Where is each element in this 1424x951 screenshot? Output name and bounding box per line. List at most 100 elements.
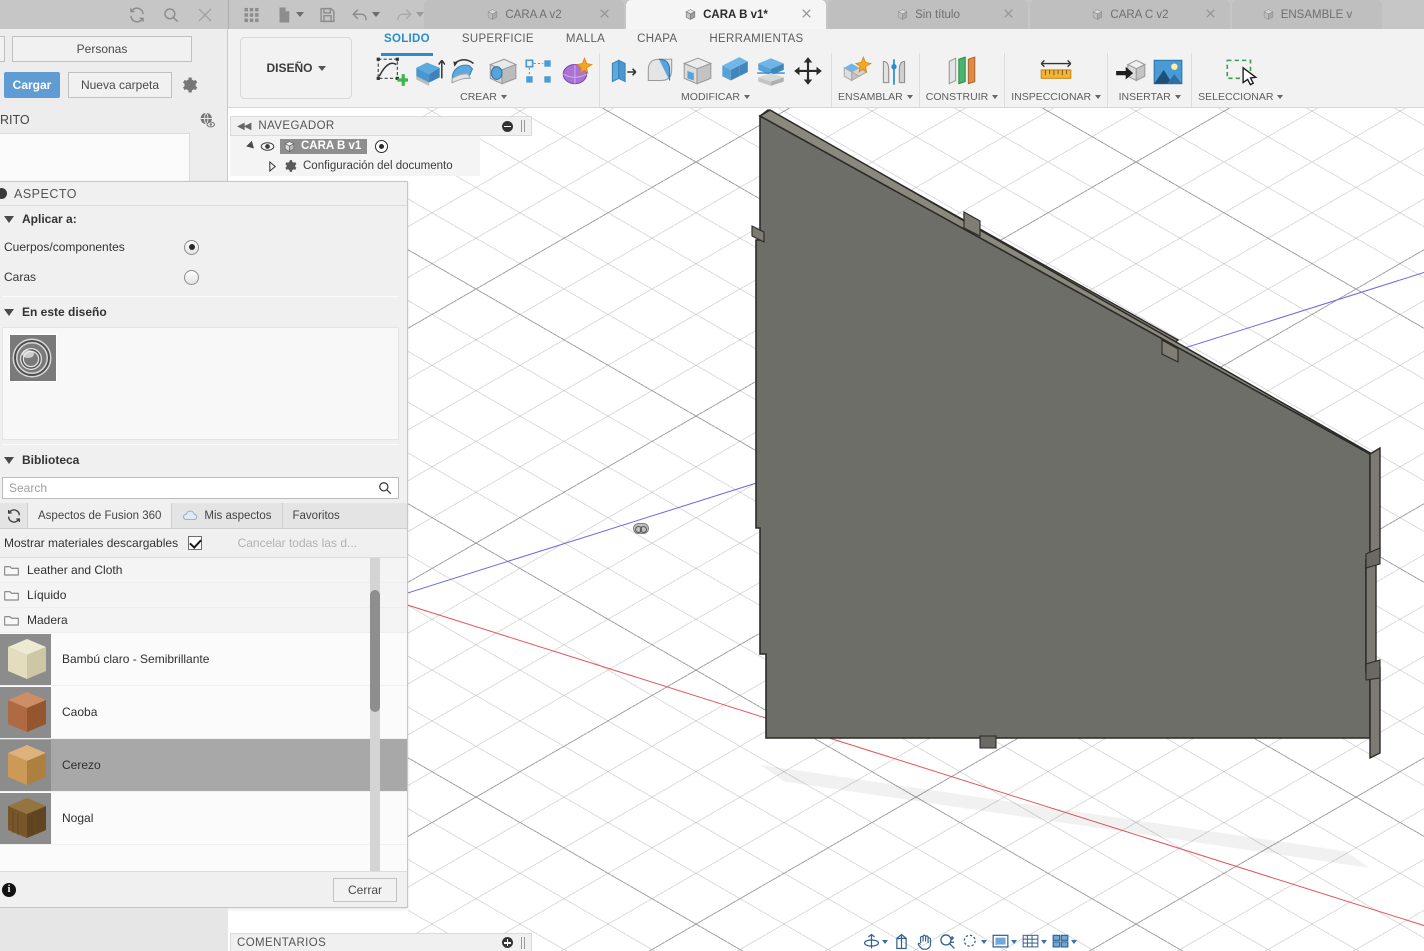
tab-chapa[interactable]: CHAPA — [621, 33, 693, 51]
hole-icon[interactable] — [485, 55, 519, 89]
eye-icon[interactable] — [260, 141, 275, 152]
search-icon[interactable] — [378, 481, 392, 495]
close-icon[interactable] — [196, 6, 214, 24]
comments-resize-grip[interactable] — [521, 936, 525, 949]
breadcrumb-text[interactable]: RITO — [0, 113, 30, 127]
new-folder-button[interactable]: Nueva carpeta — [68, 72, 172, 98]
seleccionar-label-row[interactable]: SELECCIONAR — [1198, 91, 1284, 103]
show-downloadable-checkbox[interactable] — [188, 536, 203, 550]
material-list-scrollbar-thumb[interactable] — [370, 590, 380, 712]
biblioteca-section-header[interactable]: Biblioteca — [2, 447, 399, 473]
tab-close-icon[interactable] — [598, 7, 611, 20]
revolve-icon[interactable] — [448, 55, 482, 89]
new-file-caret-icon[interactable] — [296, 12, 304, 17]
fillet-icon[interactable] — [643, 55, 677, 89]
chevron-down-icon[interactable] — [1011, 939, 1017, 944]
undo-icon[interactable] — [351, 6, 369, 24]
shell-icon[interactable] — [680, 55, 714, 89]
inspeccionar-label-row[interactable]: INSPECCIONAR — [1011, 91, 1102, 103]
tab-solido[interactable]: SOLIDO — [368, 33, 446, 56]
fit-icon[interactable] — [961, 933, 987, 950]
tab-herramientas[interactable]: HERRAMIENTAS — [693, 33, 819, 51]
document-tab-cara-b[interactable]: CARA B v1* — [626, 0, 826, 29]
tab-close-icon[interactable] — [800, 7, 813, 20]
aplicar-a-section-header[interactable]: Aplicar a: — [2, 206, 399, 232]
model-cara-b[interactable] — [408, 108, 1424, 951]
split-face-icon[interactable] — [754, 55, 788, 89]
navigator-root-item[interactable]: CARA B v1 — [280, 138, 368, 154]
gear-icon[interactable] — [180, 76, 198, 94]
document-tab-cara-a[interactable]: CARA A v2 — [424, 0, 624, 29]
tab-close-icon[interactable] — [1002, 7, 1015, 20]
in-design-swatch-area[interactable] — [2, 327, 399, 440]
workspace-selector[interactable]: DISEÑO — [240, 37, 352, 99]
construir-label-row[interactable]: CONSTRUIR — [926, 91, 999, 103]
document-tab-sin-titulo[interactable]: Sin título — [828, 0, 1028, 29]
navigator-resize-grip[interactable] — [521, 120, 525, 132]
refresh-icon[interactable] — [128, 6, 146, 24]
insertar-label-row[interactable]: INSERTAR — [1119, 91, 1181, 103]
modificar-label-row[interactable]: MODIFICAR — [681, 91, 750, 103]
cancel-downloads-link[interactable]: Cancelar todas las d... — [238, 536, 357, 550]
info-icon[interactable]: i — [2, 882, 16, 897]
library-tab-mis-aspectos[interactable]: Mis aspectos — [171, 503, 281, 528]
insert-canvas-icon[interactable] — [1151, 55, 1185, 89]
redo-icon[interactable] — [395, 6, 413, 24]
list-item[interactable]: Leather and Cloth — [0, 558, 407, 583]
search-input[interactable] — [9, 481, 378, 495]
dialog-pin-icon[interactable] — [0, 188, 7, 199]
tab-superficie[interactable]: SUPERFICIE — [446, 33, 550, 51]
viewports-icon[interactable] — [1051, 933, 1077, 950]
apply-to-faces-row[interactable]: Caras — [2, 262, 399, 292]
collapse-left-icon[interactable]: ◀◀ — [237, 121, 251, 132]
chevron-down-icon[interactable] — [882, 939, 888, 944]
joint-icon[interactable] — [877, 55, 911, 89]
library-search-box[interactable] — [2, 477, 399, 499]
expand-arrow-icon[interactable] — [268, 160, 277, 172]
chevron-down-icon[interactable] — [981, 939, 987, 944]
move-copy-icon[interactable] — [791, 55, 825, 89]
list-item[interactable]: Cerezo — [0, 739, 407, 792]
save-icon[interactable] — [319, 6, 336, 24]
window-selection-icon[interactable] — [1222, 55, 1260, 89]
create-sketch-icon[interactable] — [374, 55, 408, 89]
form-icon[interactable] — [559, 55, 593, 89]
library-tab-favoritos[interactable]: Favoritos — [281, 503, 350, 528]
insert-derive-icon[interactable] — [1114, 55, 1148, 89]
plus-icon[interactable] — [502, 937, 513, 948]
en-este-diseno-section-header[interactable]: En este diseño — [2, 299, 399, 325]
tab-close-icon[interactable] — [1204, 7, 1217, 20]
datos-tab-stub[interactable] — [0, 36, 5, 62]
display-settings-icon[interactable] — [991, 933, 1017, 950]
chevron-down-icon[interactable] — [1041, 939, 1047, 944]
material-list[interactable]: Leather and Cloth Líquido Madera Bambú c… — [0, 557, 407, 871]
chevron-down-icon[interactable] — [1071, 939, 1077, 944]
grid-snaps-icon[interactable] — [1021, 933, 1047, 950]
navigator-child-row[interactable]: Configuración del documento — [230, 156, 480, 176]
chrome-material-swatch[interactable] — [9, 334, 57, 382]
expand-triangle-icon[interactable] — [246, 140, 257, 152]
library-tab-fusion360[interactable]: Aspectos de Fusion 360 — [27, 503, 172, 528]
list-item[interactable]: Madera — [0, 608, 407, 633]
document-tab-cara-c[interactable]: CARA C v2 — [1030, 0, 1230, 29]
comments-panel-header[interactable]: COMENTARIOS — [230, 933, 532, 951]
navigator-collapse-icon[interactable] — [502, 120, 513, 132]
library-refresh-button[interactable] — [0, 503, 27, 528]
apply-to-faces-radio[interactable] — [184, 269, 199, 285]
apply-to-bodies-row[interactable]: Cuerpos/componentes — [2, 232, 399, 262]
combine-icon[interactable] — [717, 55, 751, 89]
globe-eye-icon[interactable] — [198, 111, 216, 129]
list-item[interactable]: Líquido — [0, 583, 407, 608]
apply-to-bodies-radio[interactable] — [184, 239, 199, 255]
navigator-activate-radio[interactable] — [375, 139, 389, 153]
personas-tab[interactable]: Personas — [12, 36, 192, 62]
document-tab-ensamble[interactable]: ENSAMBLE v — [1232, 0, 1382, 29]
zoom-icon[interactable] — [938, 933, 957, 950]
crear-label-row[interactable]: CREAR — [460, 91, 507, 103]
extrude-icon[interactable] — [411, 55, 445, 89]
offset-plane-icon[interactable] — [943, 55, 981, 89]
new-file-icon[interactable] — [275, 6, 293, 24]
grid-apps-icon[interactable] — [243, 6, 260, 24]
list-item[interactable]: Bambú claro - Semibrillante — [0, 633, 407, 686]
redo-caret-icon[interactable] — [416, 12, 424, 17]
